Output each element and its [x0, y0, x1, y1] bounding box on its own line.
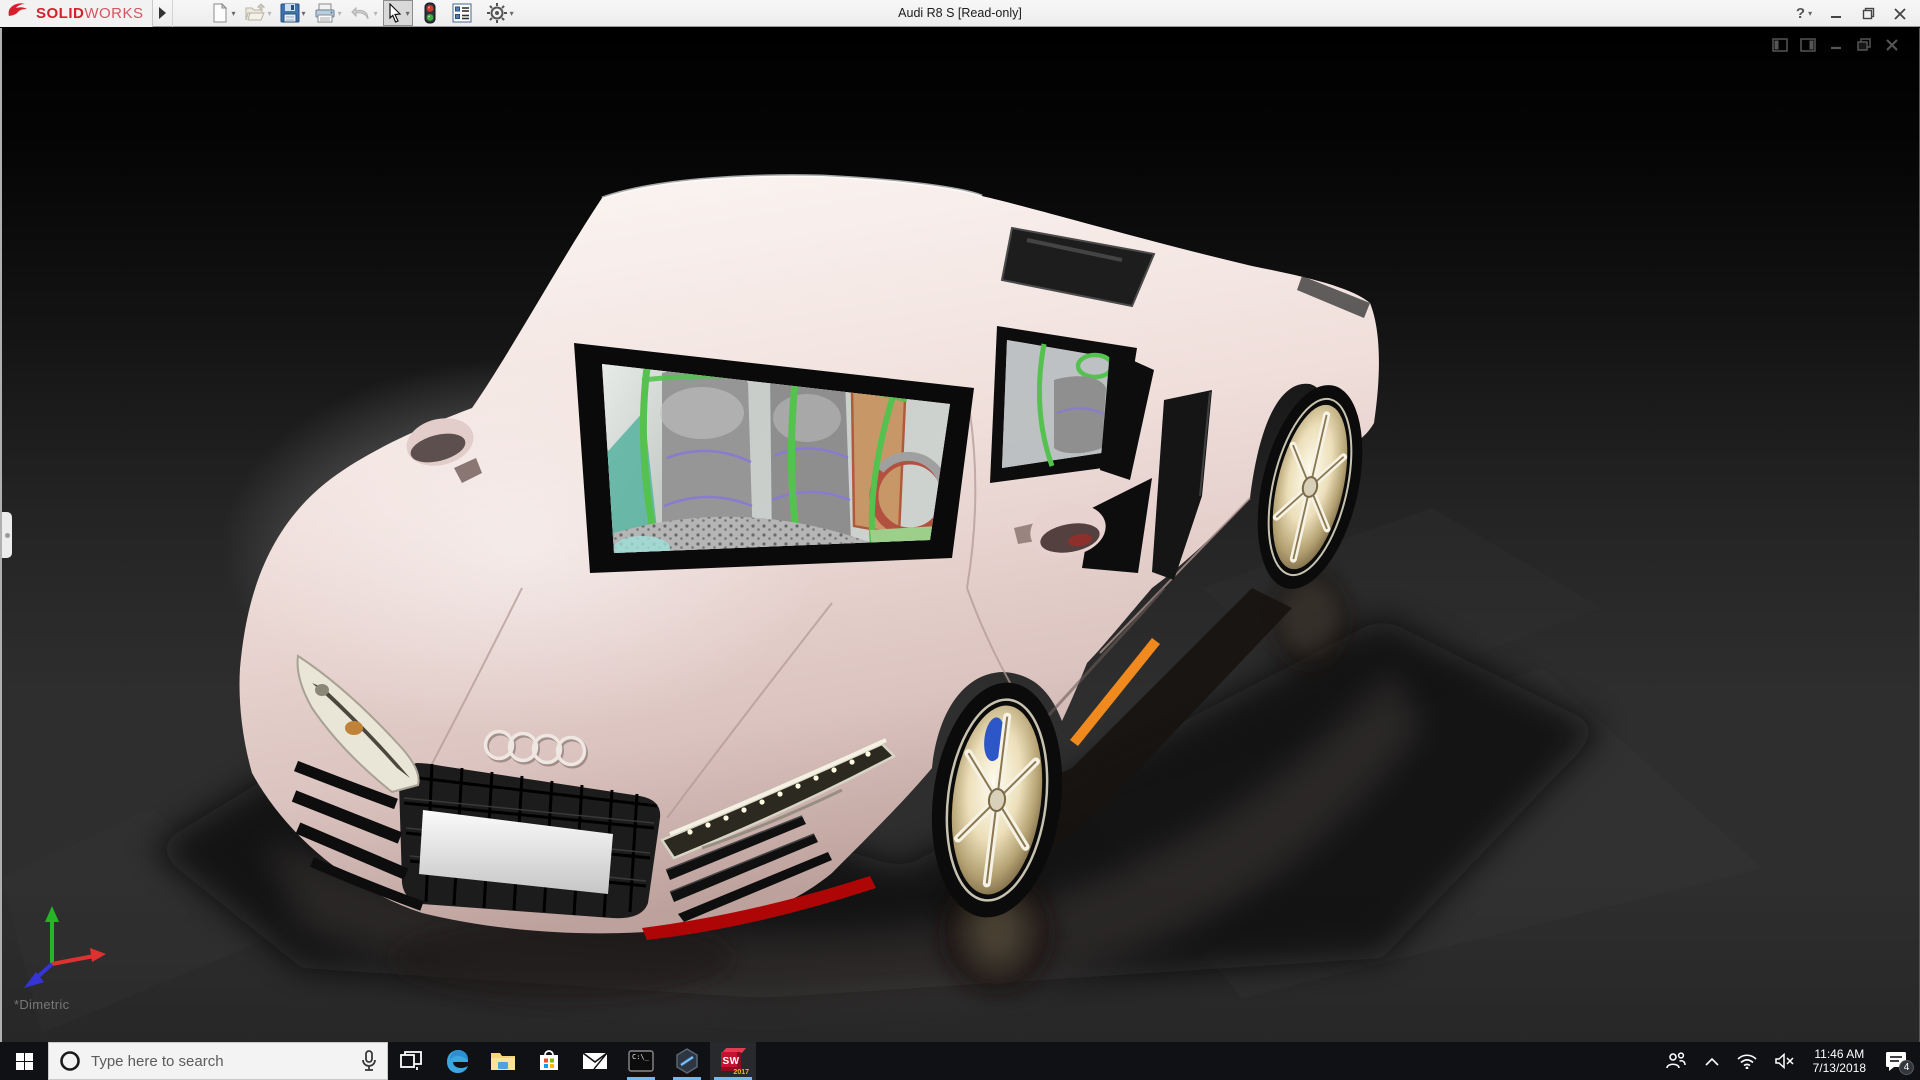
start-button[interactable]	[0, 1042, 48, 1080]
open-button[interactable]: ▾	[241, 0, 275, 26]
pane-right-icon[interactable]	[1799, 36, 1817, 54]
new-document-button[interactable]: ▾	[207, 0, 239, 26]
svg-text:C:\_: C:\_	[632, 1053, 650, 1061]
select-tool-button[interactable]: ▾	[383, 0, 413, 26]
options-caret[interactable]: ▾	[510, 9, 514, 18]
new-document-caret[interactable]: ▾	[232, 9, 236, 18]
print-caret[interactable]: ▾	[338, 9, 342, 18]
task-view-icon	[400, 1051, 422, 1071]
file-explorer-icon	[490, 1050, 516, 1072]
store-icon	[537, 1049, 561, 1073]
standard-toolbar: ▾ ▾ ▾ ▾ ▾ ▾	[207, 0, 517, 27]
clock-time: 11:46 AM	[1813, 1047, 1866, 1061]
clock-date: 7/13/2018	[1813, 1061, 1866, 1075]
edge-button[interactable]	[434, 1042, 480, 1080]
file-explorer-button[interactable]	[480, 1042, 526, 1080]
system-tray: 11:46 AM 7/13/2018 4	[1656, 1042, 1920, 1080]
open-caret[interactable]: ▾	[268, 9, 272, 18]
network-button[interactable]	[1728, 1042, 1766, 1080]
action-center-button[interactable]: 4	[1875, 1042, 1920, 1080]
notification-count-badge: 4	[1899, 1060, 1914, 1075]
save-button[interactable]: ▾	[277, 0, 309, 26]
menu-flyout-arrow[interactable]	[153, 0, 173, 27]
search-input[interactable]	[91, 1053, 351, 1070]
3d-model-audi-r8	[2, 28, 1920, 1042]
people-button[interactable]	[1656, 1042, 1696, 1080]
document-window-controls	[1771, 36, 1901, 54]
volume-button[interactable]	[1766, 1042, 1804, 1080]
options-button[interactable]: ▾	[483, 0, 517, 27]
edge-icon	[444, 1048, 470, 1074]
print-button[interactable]: ▾	[311, 0, 345, 26]
save-caret[interactable]: ▾	[302, 9, 306, 18]
mail-button[interactable]	[572, 1042, 618, 1080]
hexagon-app-icon	[674, 1048, 700, 1074]
minimize-button[interactable]	[1822, 2, 1850, 26]
taskbar-clock[interactable]: 11:46 AM 7/13/2018	[1804, 1047, 1875, 1075]
solidworks-logo-text: SOLIDWORKS	[36, 5, 144, 22]
properties-button[interactable]	[449, 0, 475, 26]
windows-taskbar: C:\_ SW 2017	[0, 1042, 1920, 1080]
view-orientation-label: *Dimetric	[14, 997, 69, 1012]
chevron-up-icon	[1705, 1057, 1719, 1066]
close-button[interactable]	[1886, 2, 1914, 26]
solidworks-logo: SOLIDWORKS	[0, 0, 153, 27]
select-tool-caret[interactable]: ▾	[406, 9, 410, 18]
display-states-button[interactable]	[421, 0, 439, 27]
command-prompt-icon: C:\_	[628, 1050, 654, 1072]
solidworks-logo-mark	[6, 1, 32, 25]
windows-logo-icon	[16, 1053, 33, 1070]
hexagon-app-button[interactable]	[664, 1042, 710, 1080]
doc-close-icon[interactable]	[1883, 36, 1901, 54]
taskbar-search[interactable]	[48, 1042, 388, 1080]
pane-left-icon[interactable]	[1771, 36, 1789, 54]
people-icon	[1665, 1052, 1687, 1070]
wifi-icon	[1737, 1053, 1757, 1069]
restore-button[interactable]	[1854, 2, 1882, 26]
mail-icon	[582, 1051, 608, 1071]
title-bar: SOLIDWORKS ▾ ▾ ▾ ▾ ▾ ▾	[0, 0, 1920, 27]
hidden-icons-button[interactable]	[1696, 1042, 1728, 1080]
command-prompt-button[interactable]: C:\_	[618, 1042, 664, 1080]
cortana-icon	[59, 1050, 81, 1072]
store-button[interactable]	[526, 1042, 572, 1080]
doc-minimize-icon[interactable]	[1827, 36, 1845, 54]
undo-button[interactable]: ▾	[347, 1, 381, 25]
feature-tree-splitter-tab[interactable]	[2, 512, 12, 558]
undo-caret[interactable]: ▾	[374, 9, 378, 18]
doc-restore-icon[interactable]	[1855, 36, 1873, 54]
reference-triad	[18, 898, 114, 990]
help-button[interactable]: ?▾	[1790, 2, 1818, 26]
graphics-viewport[interactable]: *Dimetric	[0, 28, 1920, 1042]
speaker-muted-icon	[1775, 1053, 1795, 1069]
microphone-icon[interactable]	[361, 1050, 377, 1072]
solidworks-taskbar-button[interactable]: SW 2017	[710, 1042, 756, 1080]
solidworks-2017-icon: SW 2017	[720, 1048, 746, 1074]
task-view-button[interactable]	[388, 1042, 434, 1080]
